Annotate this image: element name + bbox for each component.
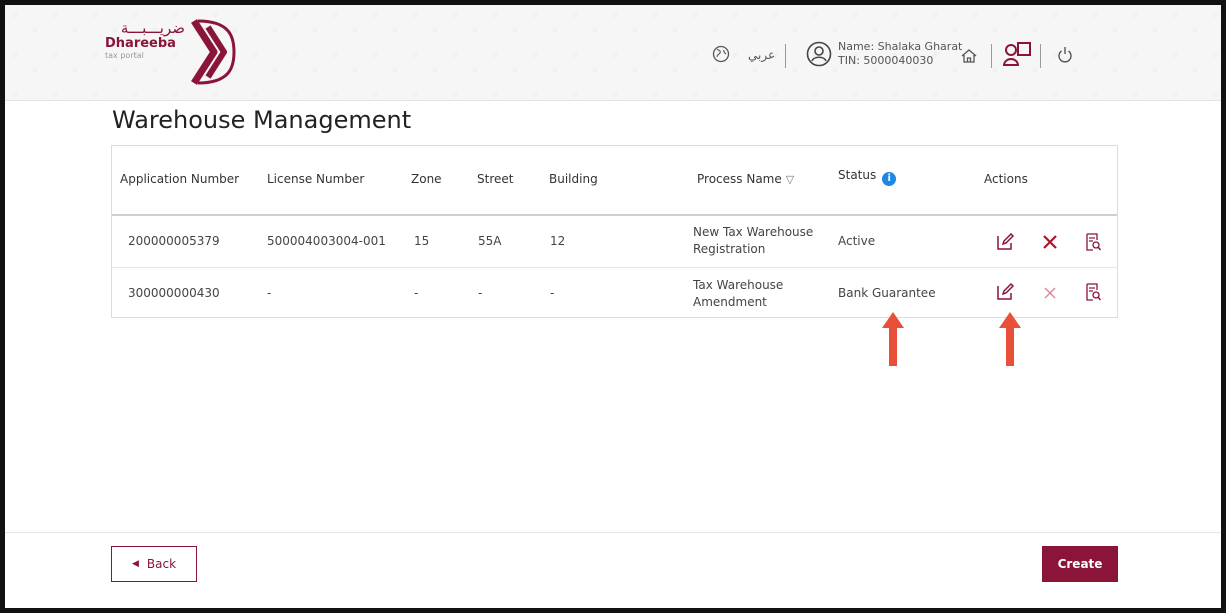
create-button[interactable]: Create — [1042, 546, 1118, 582]
language-toggle[interactable]: عربي — [748, 48, 775, 62]
street: - — [478, 286, 483, 300]
header-divider — [1040, 44, 1041, 68]
status: Bank Guarantee — [838, 286, 936, 300]
user-name: Name: Shalaka Gharat — [838, 40, 963, 53]
dhareeba-logo[interactable]: ضريـــبـــة Dhareeba tax portal — [105, 20, 185, 61]
annotation-arrow-icon — [997, 310, 1023, 372]
footer-divider — [5, 532, 1221, 533]
logo-name: Dhareeba — [105, 36, 176, 51]
application-number: 300000000430 — [128, 286, 220, 300]
table-row[interactable]: 300000000430 - - - - Tax Warehouse Amend… — [112, 267, 1117, 318]
delete-icon[interactable] — [1041, 233, 1059, 255]
column-header-application-number[interactable]: Application Number — [120, 172, 239, 186]
building: 12 — [550, 234, 566, 248]
column-header-building[interactable]: Building — [549, 172, 598, 186]
globe-icon[interactable] — [712, 45, 730, 67]
table-header: Application Number License Number Zone S… — [112, 146, 1117, 216]
license-number: - — [267, 286, 272, 300]
process-name: New Tax Warehouse Registration — [693, 225, 814, 256]
column-header-street[interactable]: Street — [477, 172, 513, 186]
help-icon[interactable] — [1002, 41, 1033, 73]
column-header-actions: Actions — [984, 172, 1028, 186]
column-header-status[interactable]: Status i — [838, 168, 897, 186]
zone: - — [414, 286, 419, 300]
column-header-process-name[interactable]: Process Name ▽ — [697, 172, 794, 186]
street: 55A — [478, 234, 502, 248]
user-info: Name: Shalaka Gharat TIN: 5000040030 — [838, 40, 962, 68]
user-icon[interactable] — [806, 41, 832, 71]
view-details-icon[interactable] — [1084, 232, 1102, 256]
delete-icon-disabled — [1041, 284, 1059, 306]
annotation-arrow-icon — [880, 310, 906, 372]
home-icon[interactable] — [960, 48, 978, 68]
page-title: Warehouse Management — [112, 106, 412, 134]
license-number: 500004003004-001 — [267, 234, 386, 248]
zone: 15 — [414, 234, 430, 248]
warehouse-table: Application Number License Number Zone S… — [111, 145, 1118, 318]
table-row[interactable]: 200000005379 500004003004-001 15 55A 12 … — [112, 216, 1117, 268]
back-label: Back — [146, 557, 177, 571]
status: Active — [838, 234, 876, 248]
logo-arabic-text: ضريـــبـــة — [120, 19, 185, 37]
back-button[interactable]: ◀ Back — [111, 546, 197, 582]
view-details-icon[interactable] — [1084, 282, 1102, 306]
header-divider — [991, 44, 992, 68]
logo-subtitle: tax portal — [105, 51, 144, 60]
info-icon[interactable]: i — [882, 172, 897, 186]
back-arrow-icon: ◀ — [131, 559, 139, 569]
status-label: Status — [838, 168, 877, 182]
column-header-zone[interactable]: Zone — [411, 172, 442, 186]
user-tin: TIN: 5000040030 — [838, 54, 934, 67]
process-name: Tax Warehouse Amendment — [693, 278, 784, 309]
application-number: 200000005379 — [128, 234, 220, 248]
edit-icon[interactable] — [995, 232, 1015, 256]
edit-icon[interactable] — [995, 282, 1015, 306]
header-divider — [785, 44, 786, 68]
top-header — [5, 5, 1221, 101]
logo-mark-icon — [190, 17, 236, 91]
building: - — [550, 286, 555, 300]
process-name-label: Process Name — [697, 172, 782, 186]
column-header-license-number[interactable]: License Number — [267, 172, 364, 186]
power-icon[interactable] — [1057, 46, 1073, 68]
filter-icon[interactable]: ▽ — [786, 173, 794, 186]
